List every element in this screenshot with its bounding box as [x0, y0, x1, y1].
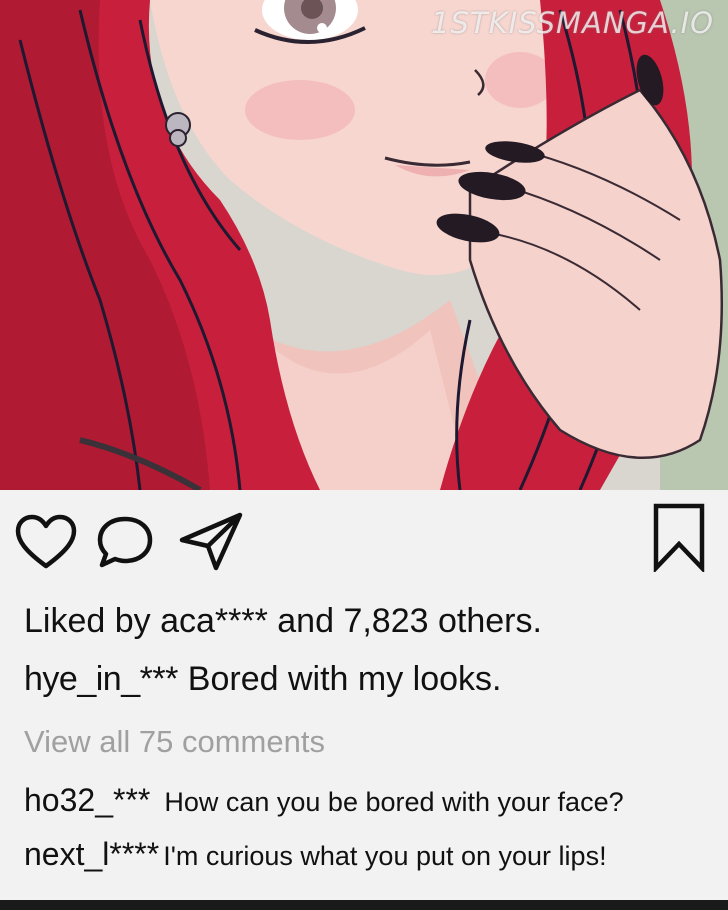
likes-summary[interactable]: Liked by aca**** and 7,823 others.: [24, 602, 542, 641]
paper-plane-icon[interactable]: [176, 510, 246, 572]
bookmark-icon[interactable]: [652, 502, 706, 572]
view-all-comments-link[interactable]: View all 75 comments: [24, 724, 325, 760]
bottom-divider: [0, 900, 728, 910]
comment-row: next_l**** I'm curious what you put on yo…: [24, 836, 607, 873]
comment-username[interactable]: next_l****: [24, 836, 159, 872]
post-caption: hye_in_*** Bored with my looks.: [24, 660, 501, 699]
comment-text: I'm curious what you put on your lips!: [163, 841, 607, 871]
comment-row: ho32_*** How can you be bored with your f…: [24, 782, 624, 819]
comment-username[interactable]: ho32_***: [24, 782, 150, 818]
caption-text: Bored with my looks.: [187, 660, 502, 698]
post-frame: 1STKISSMANGA.IO Liked by aca**** and 7,8…: [0, 0, 728, 910]
illustration: [0, 0, 728, 490]
speech-bubble-icon[interactable]: [94, 514, 156, 570]
watermark: 1STKISSMANGA.IO: [431, 6, 714, 40]
heart-icon[interactable]: [14, 514, 78, 570]
comment-text: How can you be bored with your face?: [164, 787, 624, 817]
caption-username[interactable]: hye_in_***: [24, 660, 178, 698]
post-image[interactable]: 1STKISSMANGA.IO: [0, 0, 728, 490]
action-bar: [0, 490, 728, 590]
